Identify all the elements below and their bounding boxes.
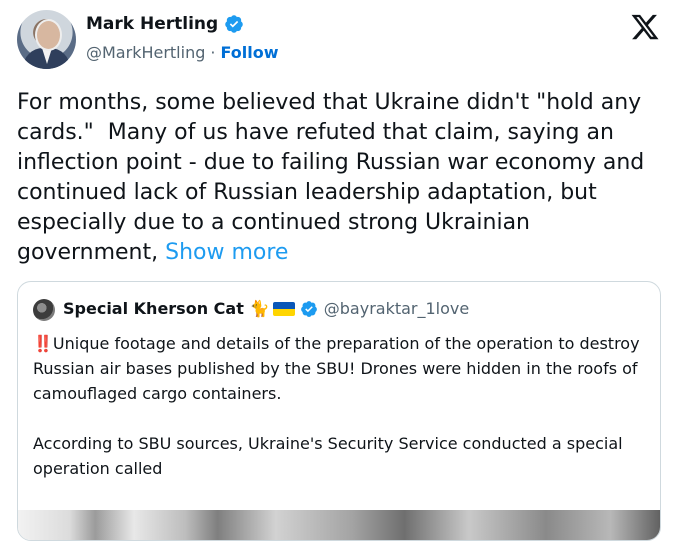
quoted-author-name: Special Kherson Cat (63, 299, 244, 318)
quoted-text-paragraph-2: According to SBU sources, Ukraine's Secu… (33, 434, 628, 478)
show-more-link[interactable]: Show more (165, 240, 288, 265)
tweet-body: For months, some believed that Ukraine d… (17, 90, 652, 265)
author-handle[interactable]: @MarkHertling (86, 43, 205, 62)
separator-dot: · (210, 43, 216, 62)
quoted-author-avatar (33, 299, 55, 321)
author-name-row: Mark Hertling (86, 14, 244, 34)
avatar-head (35, 19, 62, 51)
verified-badge-icon (225, 15, 243, 33)
quoted-author-header: Special Kherson Cat 🐈 @bayraktar_1love (63, 299, 469, 318)
follow-button[interactable]: Follow (220, 43, 278, 62)
ukraine-flag-icon (272, 301, 295, 316)
cat-emoji-icon: 🐈 (249, 299, 270, 318)
verified-badge-icon (300, 300, 317, 317)
double-exclamation-icon: ‼️ (33, 334, 53, 353)
quoted-text-paragraph-1: Unique footage and details of the prepar… (33, 334, 645, 403)
x-logo-icon[interactable] (630, 12, 660, 42)
quoted-author-handle: @bayraktar_1love (323, 299, 470, 318)
quoted-tweet-text: ‼️Unique footage and details of the prep… (33, 331, 643, 481)
quoted-media-preview[interactable] (18, 510, 660, 540)
author-name[interactable]: Mark Hertling (86, 14, 218, 34)
author-avatar[interactable] (17, 10, 76, 69)
author-handle-row: @MarkHertling · Follow (86, 43, 278, 62)
quoted-tweet-card[interactable]: Special Kherson Cat 🐈 @bayraktar_1love ‼… (17, 281, 661, 541)
tweet-text: For months, some believed that Ukraine d… (17, 88, 657, 268)
